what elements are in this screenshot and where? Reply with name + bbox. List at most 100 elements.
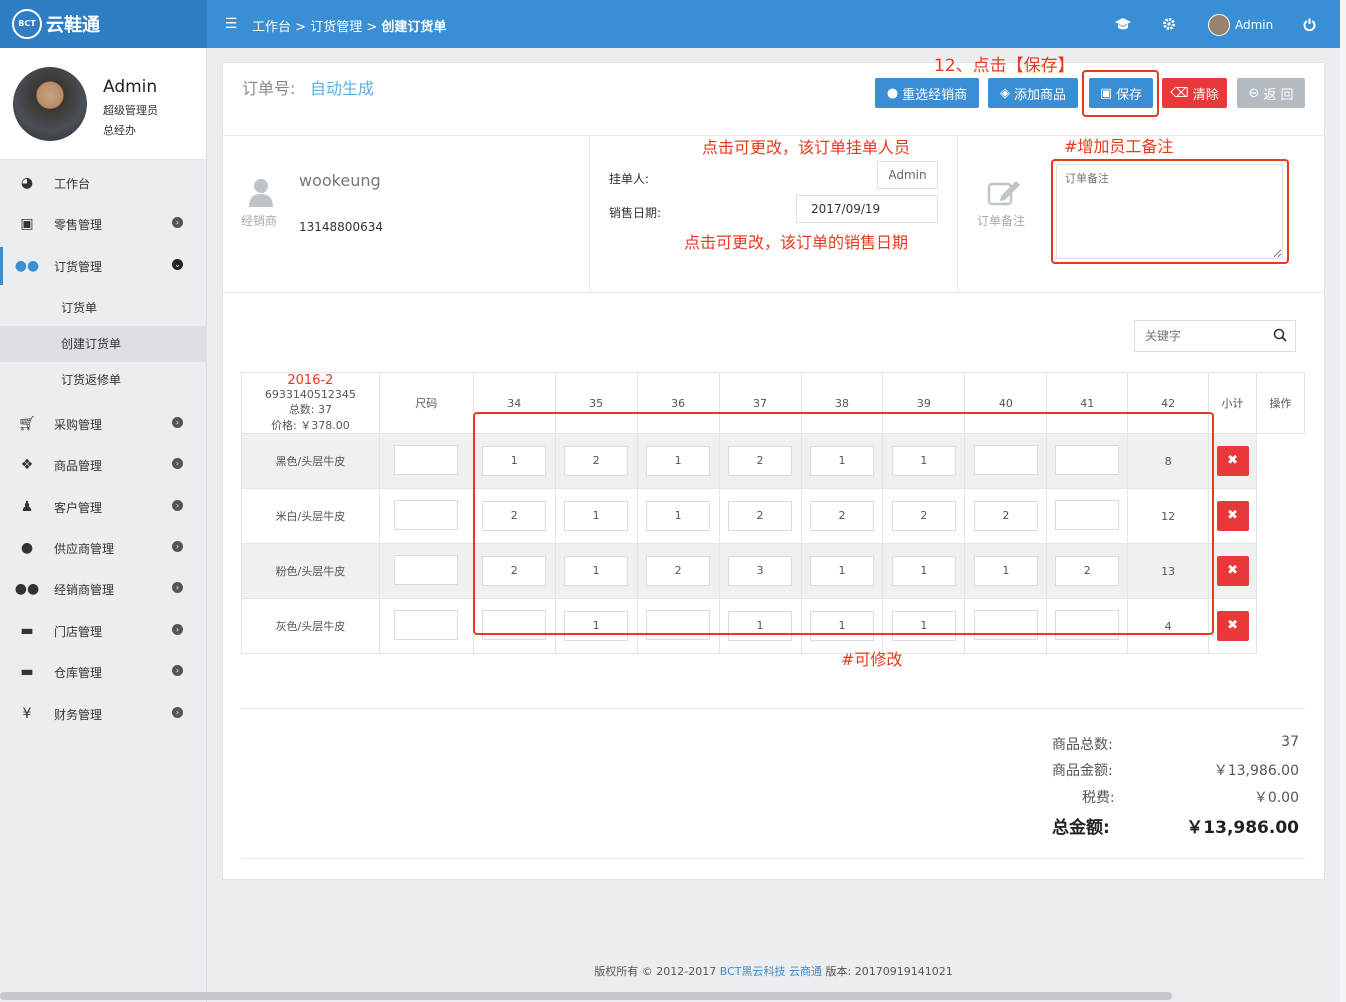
qty-input[interactable] — [394, 609, 459, 640]
user-name: Admin — [1235, 18, 1274, 32]
divider — [957, 136, 958, 292]
sidebar-item-label: 订货管理 — [54, 259, 103, 274]
profile-avatar — [13, 67, 87, 141]
sidebar-item-purchase[interactable]: 🛒︎ 采购管理 › — [0, 405, 207, 443]
editable-annotation-box — [473, 412, 1214, 635]
app-logo[interactable]: BCT 云鞋通 — [0, 0, 207, 48]
eraser-icon: ⌫ — [1170, 85, 1189, 101]
sidebar-item-label: 工作台 — [54, 176, 91, 191]
group-icon: ●● — [14, 581, 40, 597]
qty-input[interactable] — [394, 554, 459, 585]
store-icon: ▬ — [20, 623, 34, 639]
breadcrumb: 工作台 > 订货管理 > 创建订货单 — [252, 20, 447, 35]
editable-annotation: #可修改 — [841, 650, 903, 669]
graduation-cap-icon[interactable] — [1112, 0, 1134, 48]
profile-role: 超级管理员 — [103, 104, 158, 117]
save-annotation: 12、点击【保存】 — [934, 56, 1075, 76]
divider — [589, 136, 590, 292]
footer: 版权所有 © 2012-2017 BCT黑云科技 云商通 版本: 2017091… — [207, 958, 1340, 986]
summary-total-label: 总金额: — [1052, 818, 1110, 838]
user-menu[interactable]: Admin — [1208, 14, 1273, 36]
sidebar-item-label: 采购管理 — [54, 417, 103, 432]
sidebar-item-finance[interactable]: ¥ 财务管理 › — [0, 695, 207, 733]
date-input[interactable]: 2017/09/19 — [796, 195, 938, 223]
summary-count: 37 — [1281, 734, 1299, 750]
sidebar-item-orders[interactable]: ●● 订货管理 ⌄ — [0, 247, 207, 285]
horizontal-scrollbar[interactable] — [0, 992, 1172, 1000]
dealer-name[interactable]: wookeung — [299, 171, 381, 190]
gear-icon[interactable] — [1158, 0, 1180, 48]
top-bar: BCT 云鞋通 ☰ 工作台 > 订货管理 > 创建订货单 Admin — [0, 0, 1340, 48]
qty-cell — [378, 543, 474, 599]
sidebar-sub-repair-order[interactable]: 订货返修单 — [0, 362, 207, 398]
sidebar-sub-order-list[interactable]: 订货单 — [0, 290, 207, 326]
delete-row-button[interactable]: ✖ — [1216, 556, 1249, 586]
back-button[interactable]: ⊖ 返 回 — [1237, 78, 1305, 108]
chevron-right-icon: › — [172, 217, 183, 228]
user-icon: ● — [20, 540, 34, 556]
remark-label: 订单备注 — [977, 214, 1026, 228]
power-icon[interactable] — [1298, 0, 1320, 48]
person-annotation: 点击可更改，该订单挂单人员 — [702, 138, 911, 157]
vertical-scrollbar[interactable] — [1340, 0, 1346, 1002]
date-label: 销售日期: — [609, 206, 662, 220]
footer-product-link[interactable]: 云商通 — [789, 965, 822, 978]
divider — [241, 858, 1305, 859]
qty-input[interactable] — [394, 499, 459, 530]
chevron-right-icon: › — [172, 541, 183, 552]
chevron-down-icon: ⌄ — [172, 259, 183, 270]
sidebar-item-suppliers[interactable]: ● 供应商管理 › — [0, 529, 207, 567]
clear-label: 清除 — [1192, 87, 1219, 103]
sidebar-item-warehouse[interactable]: ▬ 仓库管理 › — [0, 653, 207, 691]
search-box[interactable] — [1134, 320, 1296, 352]
summary-tax: ￥0.00 — [1253, 790, 1299, 806]
chevron-right-icon: › — [172, 624, 183, 635]
person-select[interactable]: Admin — [877, 161, 938, 189]
summary-total: ￥13,986.00 — [1186, 818, 1299, 838]
footer-version: 版本: 20170919141021 — [825, 965, 953, 978]
delete-row-button[interactable]: ✖ — [1216, 501, 1249, 531]
size-header: 尺码 — [378, 372, 474, 434]
dealer-user-icon — [248, 178, 274, 211]
add-product-label: 添加商品 — [1013, 87, 1066, 103]
sidebar-item-label: 门店管理 — [54, 624, 103, 639]
color-cell: 黑色/头层牛皮 — [241, 433, 380, 489]
sidebar-sub-create-order[interactable]: 创建订货单 — [0, 326, 207, 362]
dealer-label: 经销商 — [241, 214, 278, 228]
sidebar-item-dealers[interactable]: ●● 经销商管理 › — [0, 570, 207, 608]
divider — [222, 292, 1325, 293]
delete-row-button[interactable]: ✖ — [1216, 611, 1249, 641]
menu-toggle-icon[interactable]: ☰ — [220, 0, 242, 48]
sidebar-item-retail[interactable]: ▣ 零售管理 › — [0, 205, 207, 243]
reselect-dealer-button[interactable]: ● 重选经销商 — [875, 78, 979, 108]
cart-icon: 🛒︎ — [18, 416, 36, 432]
sidebar-item-customers[interactable]: ♟ 客户管理 › — [0, 488, 207, 526]
add-product-button[interactable]: ◈ 添加商品 — [988, 78, 1078, 108]
sidebar-item-workbench[interactable]: ◕ 工作台 — [0, 164, 207, 202]
remark-textarea[interactable] — [1056, 164, 1283, 259]
breadcrumb-workbench[interactable]: 工作台 — [252, 20, 291, 35]
clear-button[interactable]: ⌫ 清除 — [1162, 78, 1227, 108]
logo-text: 云鞋通 — [46, 15, 100, 36]
search-input[interactable] — [1145, 329, 1265, 343]
product-info-cell: 2016-2 6933140512345 总数: 37 价格: ￥378.00 — [241, 372, 380, 434]
users-icon: ●● — [14, 258, 40, 274]
sidebar-item-stores[interactable]: ▬ 门店管理 › — [0, 612, 207, 650]
sidebar-item-label: 客户管理 — [54, 500, 103, 515]
chevron-right-icon: › — [172, 707, 183, 718]
dashboard-icon: ◕ — [20, 175, 34, 191]
delete-row-button[interactable]: ✖ — [1216, 446, 1249, 476]
operation-cell: ✖ — [1208, 598, 1257, 654]
sidebar-item-products[interactable]: ❖ 商品管理 › — [0, 446, 207, 484]
breadcrumb-order-mgmt[interactable]: 订货管理 — [310, 20, 362, 35]
sidebar: Admin 超级管理员 总经办 ◕ 工作台 ▣ 零售管理 › ●● 订货管理 ⌄ 订货单 … — [0, 48, 207, 1002]
breadcrumb-current: 创建订货单 — [381, 20, 447, 35]
reselect-dealer-label: 重选经销商 — [902, 87, 968, 103]
footer-company-link[interactable]: BCT黑云科技 — [720, 965, 786, 978]
search-icon[interactable] — [1273, 328, 1287, 345]
chevron-right-icon: › — [172, 500, 183, 511]
person-label: 挂单人: — [609, 172, 650, 186]
product-code[interactable]: 2016-2 — [242, 373, 379, 388]
person-icon: ♟ — [20, 499, 34, 515]
qty-input[interactable] — [394, 444, 459, 475]
